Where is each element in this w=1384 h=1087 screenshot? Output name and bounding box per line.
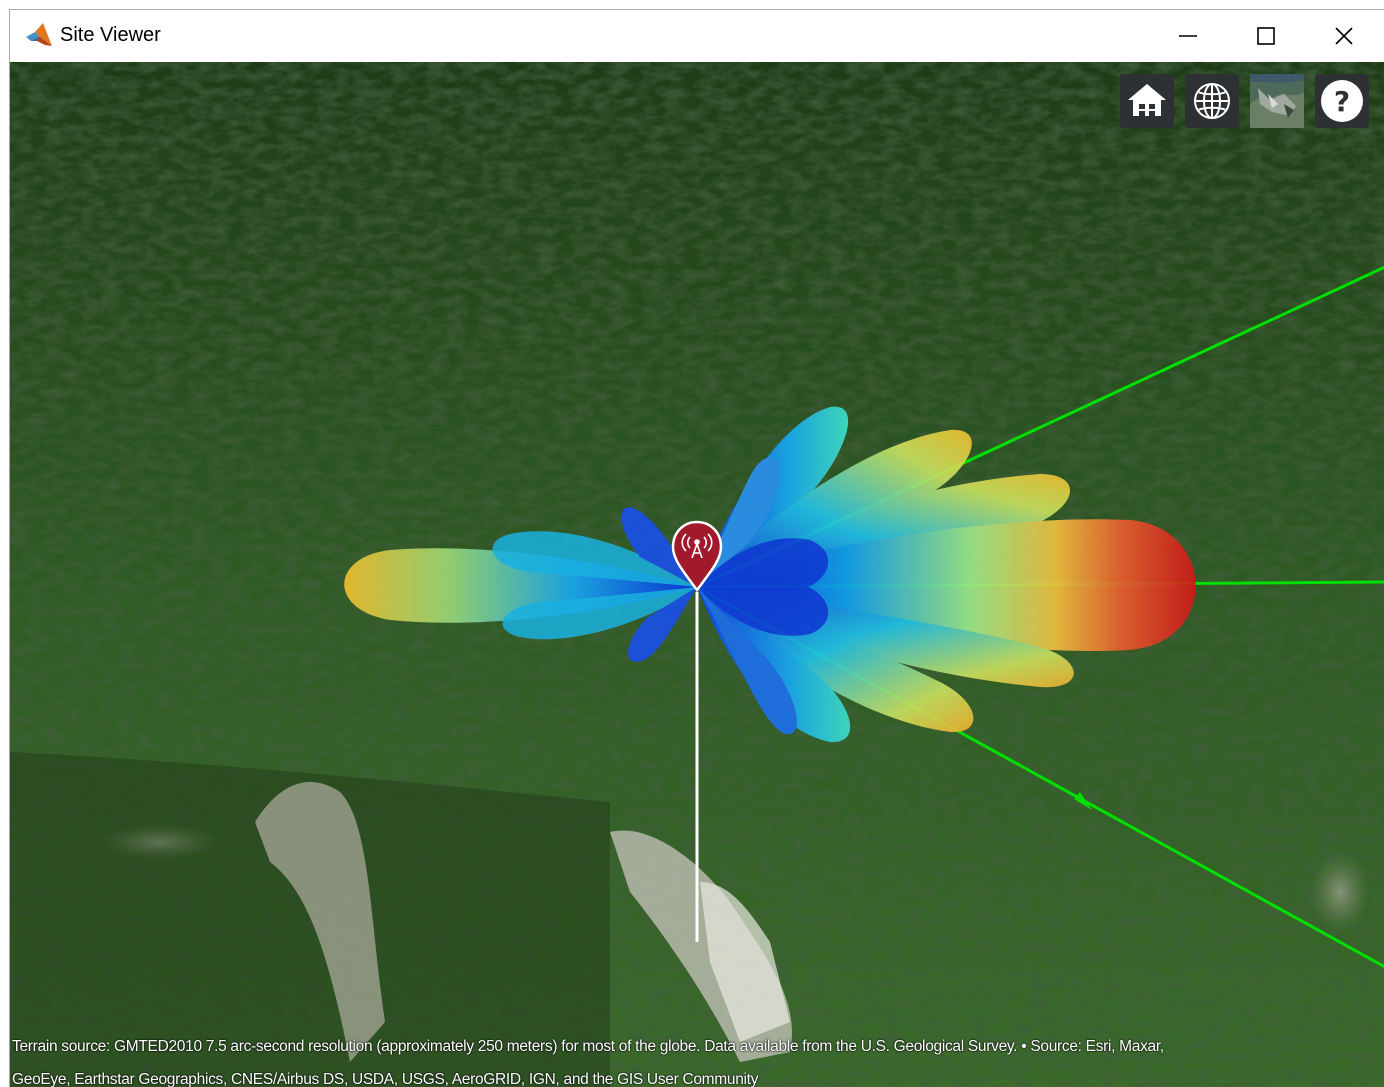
terrain-scene[interactable] <box>10 62 1384 1087</box>
site-viewer-window: Site Viewer ? Terrain source: GMTED2010 … <box>9 9 1384 1087</box>
maximize-icon <box>1257 27 1275 45</box>
window-title: Site Viewer <box>60 24 161 46</box>
globe-view-button[interactable] <box>1185 74 1239 128</box>
basemap-thumbnail-icon <box>1250 74 1304 128</box>
minimize-icon <box>1179 35 1197 37</box>
attribution-line-1: Terrain source: GMTED2010 7.5 arc-second… <box>12 1038 1164 1055</box>
home-icon <box>1128 84 1166 116</box>
minimize-button[interactable] <box>1149 10 1227 62</box>
matlab-logo-icon <box>26 23 52 46</box>
help-icon: ? <box>1321 80 1363 122</box>
map-3d-viewport[interactable]: ? Terrain source: GMTED2010 7.5 arc-seco… <box>10 62 1384 1087</box>
help-button[interactable]: ? <box>1315 74 1369 128</box>
close-button[interactable] <box>1305 10 1383 62</box>
home-button[interactable] <box>1120 74 1174 128</box>
attribution-line-2: GeoEye, Earthstar Geographics, CNES/Airb… <box>12 1071 759 1087</box>
maximize-button[interactable] <box>1227 10 1305 62</box>
globe-icon <box>1194 83 1230 119</box>
svg-text:?: ? <box>1334 85 1350 118</box>
title-bar[interactable]: Site Viewer <box>10 10 1384 62</box>
close-icon <box>1335 27 1353 45</box>
basemap-picker-button[interactable] <box>1250 74 1304 128</box>
